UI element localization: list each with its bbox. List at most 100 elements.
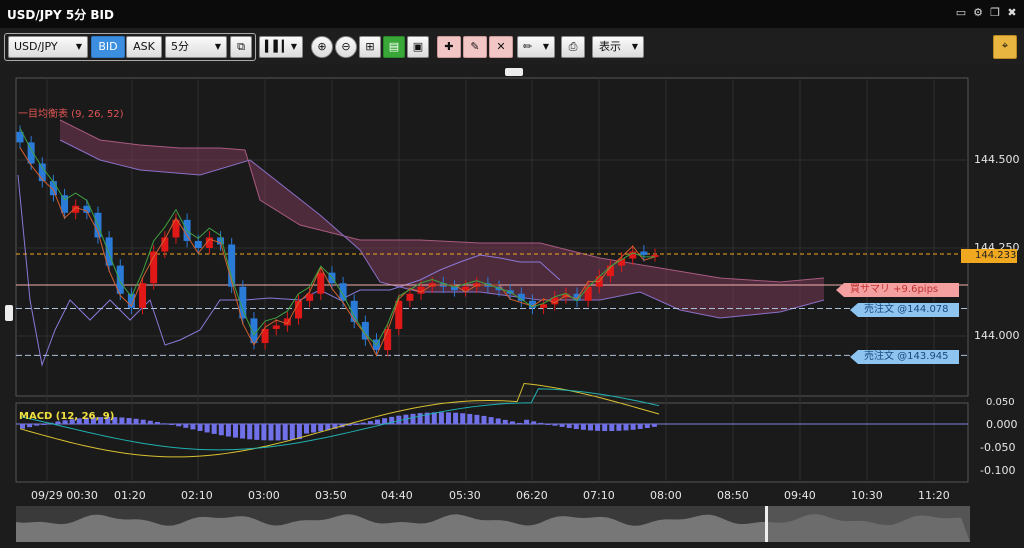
sell-order-tag[interactable]: 売注文 @144.078 <box>850 303 959 317</box>
display-menu-button[interactable]: 表示 ▼ <box>592 36 644 58</box>
order-line-toggle-button[interactable]: ▤ <box>383 36 405 58</box>
macd-histogram-bar <box>304 424 309 434</box>
macd-histogram-bar <box>289 424 295 440</box>
time-tick: 08:00 <box>650 489 682 502</box>
macd-histogram-bar <box>169 424 175 425</box>
zoom-out-button[interactable]: ⊖ <box>335 36 357 58</box>
macd-histogram-bar <box>517 422 522 424</box>
order-edit-icon: ✎ <box>470 40 480 53</box>
sell-order-tag[interactable]: 売注文 @143.945 <box>850 350 959 364</box>
macd-histogram-bar <box>233 424 238 438</box>
chevron-down-icon: ▼ <box>542 42 549 51</box>
macd-histogram-bar <box>495 418 501 424</box>
restore-icon[interactable]: ❐ <box>989 7 1001 19</box>
drawing-tool-select[interactable]: ✏ ▼ <box>517 36 555 58</box>
macd-histogram-bar <box>595 424 601 431</box>
crosshair-icon: ⊞ <box>365 40 375 53</box>
time-tick: 03:50 <box>315 489 347 502</box>
macd-histogram-bar <box>630 424 636 430</box>
chevron-down-icon: ▼ <box>214 42 221 51</box>
pencil-icon: ✏ <box>523 40 533 53</box>
order-close-icon: ✕ <box>496 40 506 53</box>
macd-histogram-bar <box>431 412 437 424</box>
macd-histogram-bar <box>651 424 657 427</box>
minimize-icon[interactable]: ▭ <box>955 7 967 19</box>
chart-type-select[interactable]: ▍▌▎ ▼ <box>259 36 303 58</box>
window-panel-button[interactable]: ▣ <box>407 36 429 58</box>
chevron-down-icon: ▼ <box>290 42 297 51</box>
fullscreen-button[interactable]: ⌖ <box>993 35 1017 59</box>
macd-tick: -0.050 <box>980 441 1016 454</box>
symbol-value: USD/JPY <box>14 40 58 53</box>
current-price-tag: 144.233 <box>961 249 1017 263</box>
macd-histogram-bar <box>240 424 246 439</box>
macd-histogram-bar <box>126 418 132 424</box>
macd-histogram-bar <box>247 424 253 440</box>
time-tick: 08:50 <box>717 489 749 502</box>
macd-histogram-bar <box>353 424 359 425</box>
time-tick: 02:10 <box>181 489 213 502</box>
macd-histogram-bar <box>375 419 380 424</box>
new-order-button[interactable]: ✚ <box>437 36 461 58</box>
ask-button[interactable]: ASK <box>126 36 162 58</box>
candle-body <box>384 328 392 351</box>
macd-histogram-bar <box>27 424 33 428</box>
timeframe-select[interactable]: 5分 ▼ <box>165 36 227 58</box>
time-tick: 03:00 <box>248 489 280 502</box>
candle-body <box>640 251 648 256</box>
macd-histogram-bar <box>282 424 288 441</box>
close-icon[interactable]: ✖ <box>1006 7 1018 19</box>
symbol-select[interactable]: USD/JPY ▼ <box>8 36 88 58</box>
screenshot-button[interactable]: ⎙ <box>561 36 585 58</box>
compare-symbols-button[interactable]: ⧉ <box>230 36 252 58</box>
macd-tick: 0.050 <box>986 397 1015 408</box>
zoom-in-button[interactable]: ⊕ <box>311 36 333 58</box>
time-tick: 05:30 <box>449 489 481 502</box>
candle-body <box>317 272 325 294</box>
time-tick: 06:20 <box>516 489 548 502</box>
macd-histogram-bar <box>474 414 480 424</box>
macd-histogram-bar <box>417 413 423 424</box>
display-menu-label: 表示 <box>599 40 621 53</box>
buy-summary-tag[interactable]: 買サマリ +9.6pips <box>836 283 959 297</box>
macd-histogram-bar <box>609 424 615 432</box>
macd-histogram-bar <box>360 422 366 424</box>
chart-toolbar: USD/JPY ▼ BID ASK 5分 ▼ ⧉ ▍▌▎ ▼ ⊕ ⊖ ⊞ ▤ ▣ ✚ … <box>0 28 1024 64</box>
macd-histogram-bar <box>616 424 622 431</box>
macd-histogram-bar <box>176 424 182 427</box>
candle-body <box>139 283 147 308</box>
close-order-button[interactable]: ✕ <box>489 36 513 58</box>
time-tick: 01:20 <box>114 489 146 502</box>
navigator-window[interactable] <box>766 506 970 542</box>
chevron-down-icon: ▼ <box>631 42 638 51</box>
candle-body <box>540 304 548 308</box>
candle-body <box>462 286 470 291</box>
macd-histogram-bar <box>225 424 231 437</box>
macd-histogram-bar <box>602 424 608 432</box>
macd-histogram-bar <box>644 424 650 428</box>
window-titlebar: USD/JPY 5分 BID ▭ ⚙ ❐ ✖ <box>0 0 1024 29</box>
macd-histogram-bar <box>218 424 224 436</box>
candle-body <box>38 163 46 182</box>
macd-histogram-bar <box>502 419 508 424</box>
macd-histogram-bar <box>488 417 494 424</box>
macd-histogram-bar <box>147 420 153 424</box>
macd-histogram-bar <box>509 421 515 424</box>
gear-icon[interactable]: ⚙ <box>972 7 984 19</box>
macd-histogram-bar <box>261 424 267 441</box>
chart-navigator[interactable] <box>16 506 970 542</box>
candle-body <box>339 283 347 301</box>
macd-histogram-bar <box>197 424 203 431</box>
macd-histogram-bar <box>467 413 473 424</box>
chevron-down-icon: ▼ <box>75 42 82 51</box>
macd-histogram-bar <box>580 424 586 430</box>
candle-body <box>194 240 202 248</box>
bid-button[interactable]: BID <box>91 36 125 58</box>
macd-histogram-bar <box>20 424 25 429</box>
navigator-grip[interactable] <box>765 506 768 542</box>
crosshair-button[interactable]: ⊞ <box>359 36 381 58</box>
time-tick: 11:20 <box>918 489 950 502</box>
macd-histogram-bar <box>588 424 593 431</box>
candle-body <box>272 325 280 329</box>
edit-order-button[interactable]: ✎ <box>463 36 487 58</box>
